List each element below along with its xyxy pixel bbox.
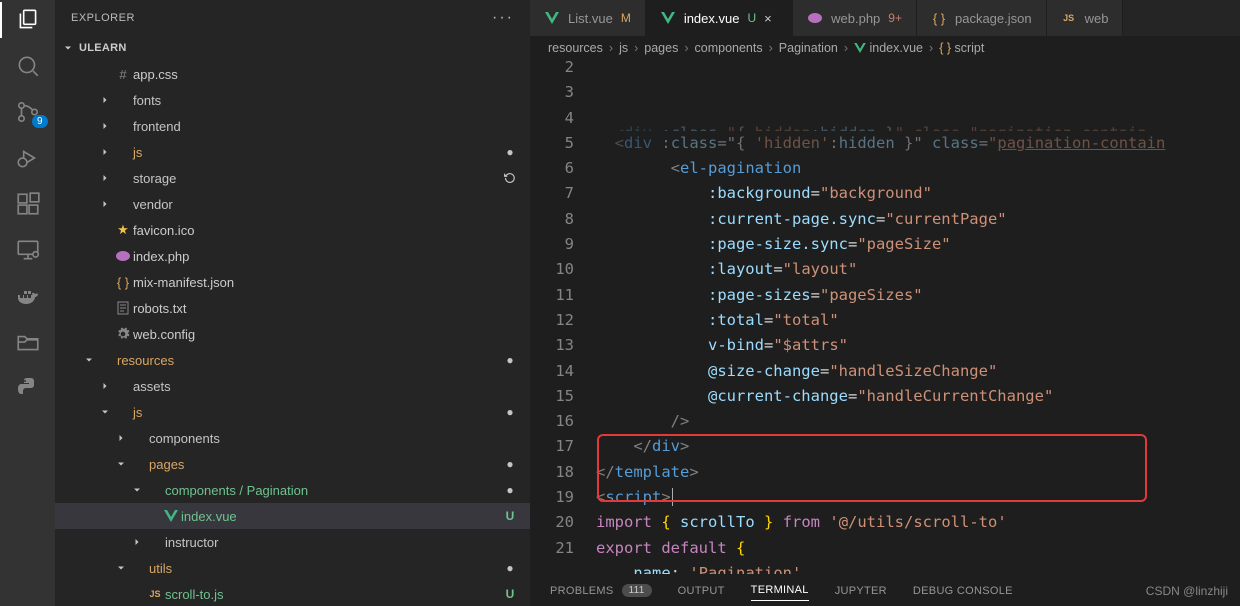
folder-row[interactable]: utils● bbox=[55, 555, 530, 581]
explorer-more-icon[interactable]: ··· bbox=[492, 9, 514, 27]
folder-row[interactable]: assets bbox=[55, 373, 530, 399]
editor-tab[interactable]: JSweb bbox=[1047, 0, 1124, 36]
problems-count-badge: 111 bbox=[622, 584, 652, 597]
explorer-header: EXPLORER ··· bbox=[55, 0, 530, 35]
scm-badge: 9 bbox=[32, 115, 48, 128]
search-activity-icon[interactable] bbox=[14, 52, 42, 80]
watermark: CSDN @linzhiji bbox=[1146, 584, 1228, 598]
activity-bar: 9 bbox=[0, 0, 55, 606]
folder-row[interactable]: frontend bbox=[55, 113, 530, 139]
editor-tab[interactable]: index.vueU× bbox=[646, 0, 793, 36]
code-editor[interactable]: 223456789101112131415161718192021 <div :… bbox=[530, 60, 1240, 574]
panel-tabs: PROBLEMS111 OUTPUT TERMINAL JUPYTER DEBUG CO… bbox=[530, 574, 1240, 606]
editor-group: List.vueMindex.vueU×web.php9+{ }package.… bbox=[530, 0, 1240, 606]
folder-row[interactable]: pages● bbox=[55, 451, 530, 477]
panel-tab-problems[interactable]: PROBLEMS111 bbox=[550, 584, 652, 597]
explorer-sidebar: EXPLORER ··· ULEARN #app.cssfontsfronten… bbox=[55, 0, 530, 606]
project-section[interactable]: ULEARN bbox=[55, 35, 530, 61]
file-row[interactable]: { }mix-manifest.json bbox=[55, 269, 530, 295]
folder-row[interactable]: components bbox=[55, 425, 530, 451]
panel-tab-jupyter[interactable]: JUPYTER bbox=[835, 585, 887, 597]
panel-tab-debug console[interactable]: DEBUG CONSOLE bbox=[913, 585, 1013, 597]
folder-row[interactable]: fonts bbox=[55, 87, 530, 113]
chevron-down-icon bbox=[61, 42, 75, 54]
folder-row[interactable]: resources● bbox=[55, 347, 530, 373]
close-tab-icon[interactable]: × bbox=[764, 11, 778, 26]
folder-row[interactable]: instructor bbox=[55, 529, 530, 555]
editor-tab[interactable]: List.vueM bbox=[530, 0, 646, 36]
breadcrumbs[interactable]: resources›js›pages›components›Pagination… bbox=[530, 36, 1240, 60]
explorer-title: EXPLORER bbox=[71, 12, 135, 24]
docker-activity-icon[interactable] bbox=[14, 282, 42, 310]
folder-row[interactable]: storage bbox=[55, 165, 530, 191]
file-tree: #app.cssfontsfrontendjs●storagevendor★fa… bbox=[55, 61, 530, 606]
folder-row[interactable]: js● bbox=[55, 399, 530, 425]
editor-tabs: List.vueMindex.vueU×web.php9+{ }package.… bbox=[530, 0, 1240, 36]
editor-tab[interactable]: { }package.json bbox=[917, 0, 1047, 36]
remote-activity-icon[interactable] bbox=[14, 236, 42, 264]
panel-tab-terminal[interactable]: TERMINAL bbox=[751, 584, 809, 601]
file-row[interactable]: JSscroll-to.jsU bbox=[55, 581, 530, 606]
explorer-activity-icon[interactable] bbox=[14, 6, 42, 34]
code-lines[interactable]: <div :class="{ hidden:hidden }" class="p… bbox=[596, 60, 1240, 574]
folder-row[interactable]: js● bbox=[55, 139, 530, 165]
editor-tab[interactable]: web.php9+ bbox=[793, 0, 917, 36]
project-name: ULEARN bbox=[79, 42, 127, 54]
line-gutter: 223456789101112131415161718192021 bbox=[530, 60, 596, 574]
folder-activity-icon[interactable] bbox=[14, 328, 42, 356]
debug-activity-icon[interactable] bbox=[14, 144, 42, 172]
folder-row[interactable]: components / Pagination● bbox=[55, 477, 530, 503]
file-row[interactable]: index.vueU bbox=[55, 503, 530, 529]
python-activity-icon[interactable] bbox=[14, 374, 42, 402]
file-row[interactable]: web.config bbox=[55, 321, 530, 347]
file-row[interactable]: robots.txt bbox=[55, 295, 530, 321]
file-row[interactable]: index.php bbox=[55, 243, 530, 269]
extensions-activity-icon[interactable] bbox=[14, 190, 42, 218]
panel-tab-output[interactable]: OUTPUT bbox=[678, 585, 725, 597]
file-row[interactable]: #app.css bbox=[55, 61, 530, 87]
scm-activity-icon[interactable]: 9 bbox=[14, 98, 42, 126]
file-row[interactable]: ★favicon.ico bbox=[55, 217, 530, 243]
folder-row[interactable]: vendor bbox=[55, 191, 530, 217]
